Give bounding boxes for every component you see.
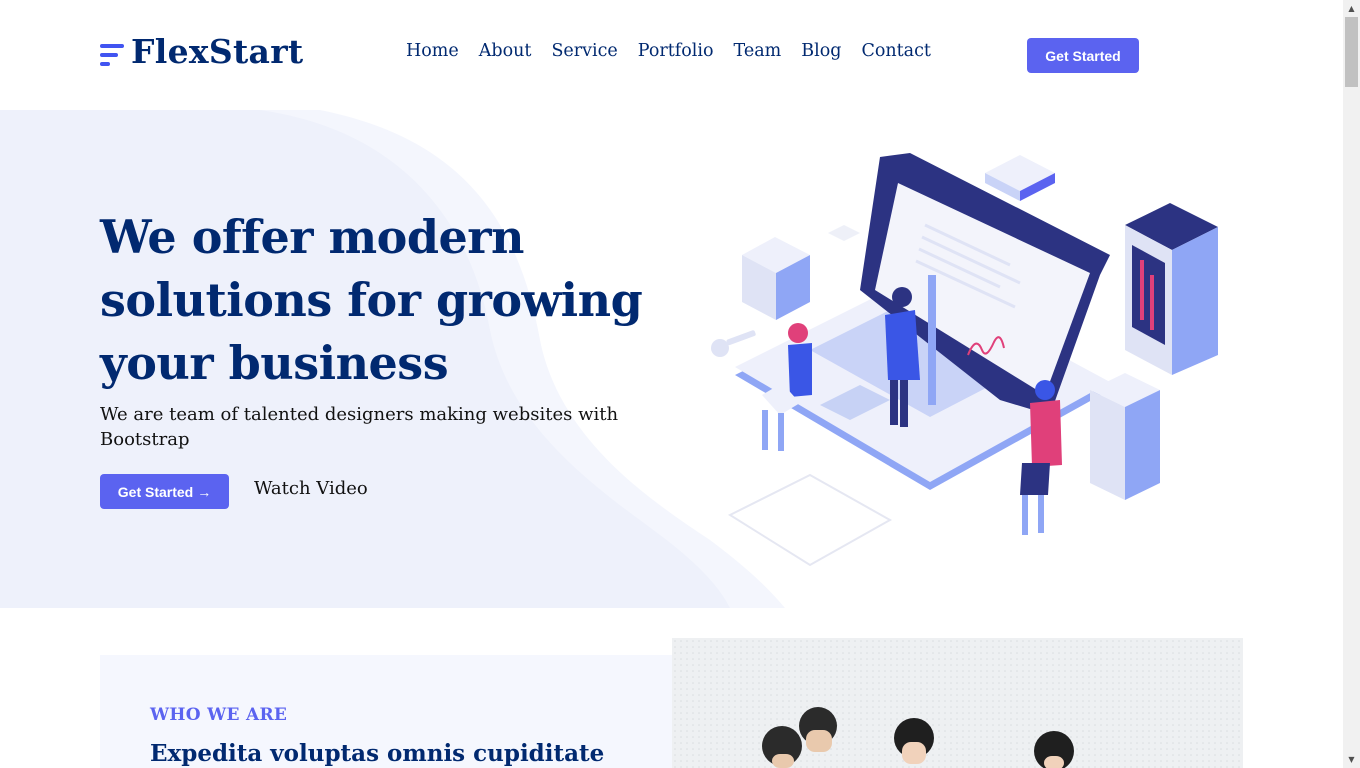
site-header: FlexStart Home About Service Portfolio T… — [0, 0, 1343, 110]
watch-video-link[interactable]: Watch Video — [254, 478, 368, 499]
main-nav: Home About Service Portfolio Team Blog C… — [406, 41, 951, 61]
page-scrollbar[interactable]: ▲ ▼ — [1343, 0, 1360, 768]
hero-get-started-button[interactable]: Get Started → — [100, 474, 229, 509]
nav-contact[interactable]: Contact — [861, 41, 931, 61]
logo-text: FlexStart — [131, 32, 304, 71]
about-title: Expedita voluptas omnis cupiditate — [150, 740, 605, 767]
about-eyebrow: WHO WE ARE — [150, 705, 288, 725]
nav-service[interactable]: Service — [551, 41, 617, 61]
nav-about[interactable]: About — [479, 41, 532, 61]
nav-team[interactable]: Team — [734, 41, 782, 61]
nav-portfolio[interactable]: Portfolio — [638, 41, 714, 61]
hero-cta-label: Get Started — [117, 483, 194, 500]
scroll-up-arrow-icon[interactable]: ▲ — [1343, 0, 1360, 17]
team-photo — [672, 638, 1243, 768]
nav-blog[interactable]: Blog — [801, 41, 841, 61]
scroll-down-arrow-icon[interactable]: ▼ — [1343, 751, 1360, 768]
scroll-thumb[interactable] — [1345, 17, 1358, 87]
logo[interactable]: FlexStart — [100, 32, 303, 71]
nav-home[interactable]: Home — [406, 41, 459, 61]
hero-title: We offer modern solutions for growing yo… — [100, 210, 643, 390]
hero-section: We offer modern solutions for growing yo… — [0, 110, 1343, 608]
arrow-right-icon: → — [197, 483, 212, 500]
logo-icon — [100, 36, 126, 68]
team-photo-image — [672, 638, 1243, 768]
header-get-started-button[interactable]: Get Started — [1027, 38, 1139, 73]
isometric-laptop-team-illustration — [711, 153, 1218, 567]
hero-subtitle: We are team of talented designers making… — [100, 404, 619, 450]
